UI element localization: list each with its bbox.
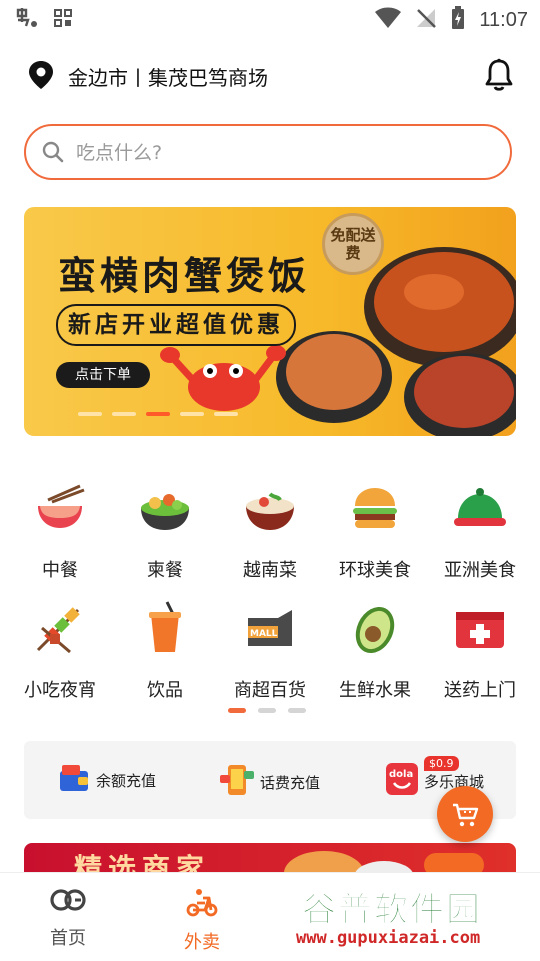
- free-delivery-badge: 免配送费: [322, 213, 384, 275]
- category-global[interactable]: 环球美食: [323, 478, 427, 582]
- medicine-icon: [450, 598, 510, 658]
- dola-mall-icon: dola: [386, 763, 418, 799]
- banner-subtitle: 新店开业超值优惠: [56, 304, 296, 346]
- banner-dot-active[interactable]: [146, 412, 170, 416]
- crab-mascot-icon: [160, 345, 286, 411]
- category-drinks[interactable]: 饮品: [113, 598, 217, 702]
- app-notification-icon: [14, 6, 40, 34]
- cart-button[interactable]: [437, 786, 493, 842]
- wifi-icon: [375, 7, 402, 33]
- search-bar[interactable]: [24, 124, 512, 180]
- chinese-food-icon: [30, 478, 90, 538]
- delivery-scooter-icon: [185, 889, 219, 922]
- phone-topup-icon: [220, 763, 254, 801]
- current-location[interactable]: 金边市丨集茂巴笃商场: [68, 62, 268, 91]
- category-page-dot-active[interactable]: [228, 708, 246, 713]
- banner-dot[interactable]: [78, 412, 102, 416]
- svg-text:dola: dola: [389, 769, 413, 780]
- notification-bell-icon[interactable]: [484, 58, 514, 96]
- category-page-dot[interactable]: [258, 708, 276, 713]
- category-pharmacy[interactable]: 送药上门: [428, 598, 532, 702]
- battery-charging-icon: [451, 6, 465, 34]
- shopping-cart-icon: [451, 802, 479, 832]
- no-signal-icon: [415, 7, 437, 33]
- promo-banner[interactable]: 免配送费 蛮横肉蟹煲饭 新店开业超值优惠 点击下单: [24, 207, 516, 436]
- banner-dot[interactable]: [180, 412, 204, 416]
- burger-icon: [345, 478, 405, 538]
- category-mall[interactable]: MALL 商超百货: [218, 598, 322, 702]
- balance-topup-button[interactable]: 余额充值: [58, 763, 156, 797]
- category-pagination: [228, 708, 306, 713]
- vietnamese-food-icon: [240, 478, 300, 538]
- location-pin-icon: [28, 60, 54, 94]
- category-vietnamese[interactable]: 越南菜: [218, 478, 322, 582]
- banner-dot[interactable]: [112, 412, 136, 416]
- search-input[interactable]: [74, 136, 498, 170]
- tab-home[interactable]: 首页: [18, 887, 118, 950]
- banner-pagination: [78, 412, 238, 416]
- clock: 11:07: [479, 8, 528, 31]
- svg-text:MALL: MALL: [250, 629, 278, 639]
- grid-notification-icon: [54, 9, 72, 31]
- phone-topup-button[interactable]: 话费充值: [220, 763, 320, 801]
- tab-delivery[interactable]: 外卖: [152, 887, 252, 954]
- location-row[interactable]: 金边市丨集茂巴笃商场: [26, 54, 516, 96]
- price-badge: $0.9: [424, 756, 459, 771]
- mall-icon: MALL: [240, 598, 300, 658]
- order-now-button[interactable]: 点击下单: [56, 362, 150, 388]
- status-bar: 11:07: [0, 0, 540, 36]
- category-fresh[interactable]: 生鲜水果: [323, 598, 427, 702]
- banner-dot[interactable]: [214, 412, 238, 416]
- drink-icon: [135, 598, 195, 658]
- category-snacks[interactable]: 小吃夜宵: [8, 598, 112, 702]
- avocado-icon: [345, 598, 405, 658]
- category-chinese[interactable]: 中餐: [8, 478, 112, 582]
- site-watermark: 谷普软件园 www.gupuxiazai.com: [296, 882, 540, 956]
- search-icon: [42, 141, 64, 167]
- watermark-url: www.gupuxiazai.com: [296, 928, 481, 948]
- home-logo-icon: [49, 889, 87, 918]
- wallet-icon: [58, 763, 90, 797]
- category-asian[interactable]: 亚洲美食: [428, 478, 532, 582]
- skewer-icon: [30, 598, 90, 658]
- cambodian-food-icon: [135, 478, 195, 538]
- watermark-title: 谷普软件园: [302, 890, 482, 931]
- banner-title: 蛮横肉蟹煲饭: [58, 253, 311, 298]
- asian-dish-icon: [450, 478, 510, 538]
- category-page-dot[interactable]: [288, 708, 306, 713]
- category-cambodian[interactable]: 柬餐: [113, 478, 217, 582]
